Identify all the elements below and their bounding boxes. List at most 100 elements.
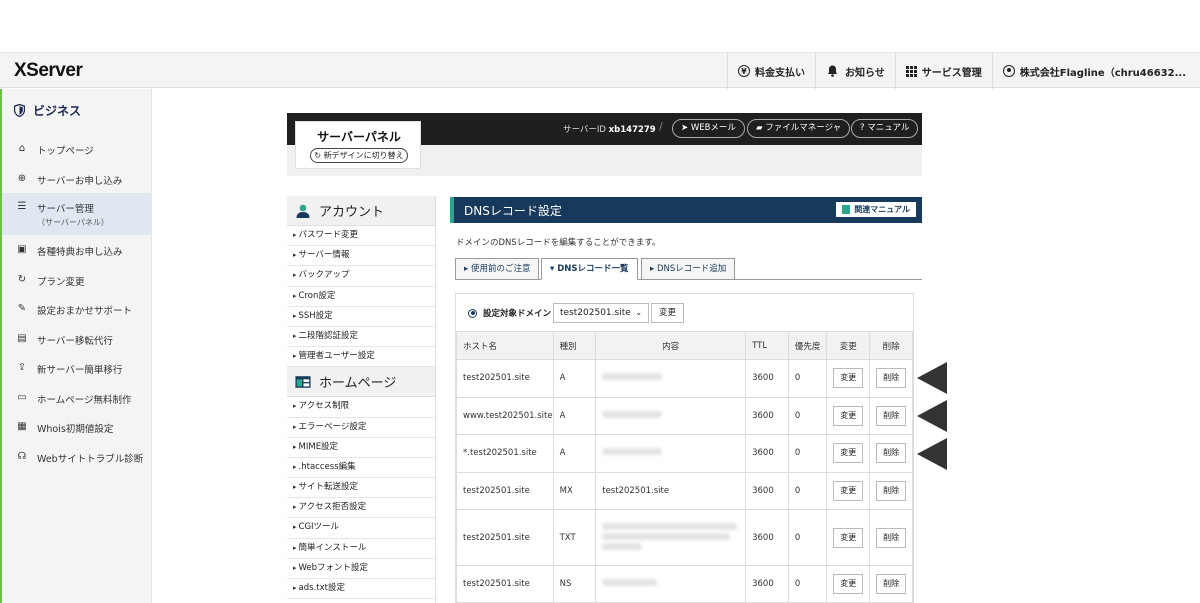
delete-button[interactable]: 削除 (876, 405, 907, 426)
menu-admin-user[interactable]: 管理者ユーザー設定 (287, 347, 435, 368)
document-icon: ▦ (17, 421, 27, 432)
menu-server-info[interactable]: サーバー情報 (287, 246, 435, 267)
tab-precautions[interactable]: ▸ 使用前のご注意 (455, 258, 540, 280)
domain-change-button[interactable]: 変更 (651, 303, 685, 323)
sidebar-item-server-manage[interactable]: ☰ サーバー管理 （サーバーパネル） (0, 193, 152, 235)
sidebar-menu: ⌂ トップページ ⊕ サーバーお申し込み ☰ サーバー管理 （サーバーパネル） ▣ 各種特… (0, 134, 152, 471)
blurred-value (602, 579, 658, 587)
content-cell (595, 396, 747, 435)
server-icon: ☰ (17, 201, 27, 212)
dns-tabs: ▸ 使用前のご注意 ▾ DNSレコード一覧 ▸ DNSレコード追加 (455, 258, 922, 280)
col-content: 内容 (595, 331, 747, 360)
yen-icon: ¥ (737, 65, 750, 77)
blurred-value (602, 532, 731, 540)
col-delete: 削除 (869, 331, 913, 360)
delete-button[interactable]: 削除 (876, 527, 907, 548)
homepage-section-header: ホームページ (287, 367, 435, 398)
col-ttl: TTL (745, 331, 789, 360)
home-icon: ⌂ (18, 143, 26, 154)
sidebar-item-whois[interactable]: ▦ Whois初期値設定 (0, 412, 152, 442)
delete-button[interactable]: 削除 (876, 574, 907, 595)
window-icon (295, 376, 311, 388)
menu-easy-install[interactable]: 簡単インストール (287, 539, 435, 559)
table-row: *.test202501.site A 3600 0 変更 削除 (456, 434, 913, 473)
menu-backup[interactable]: バックアップ (287, 266, 435, 287)
table-row: test202501.site NS 3600 0 変更 削除 (456, 565, 913, 603)
sidebar-item-trouble-diagnosis[interactable]: ☊ Webサイトトラブル診断 (0, 442, 152, 472)
sidebar-item-setup-support[interactable]: ✎ 設定おまかせサポート (0, 294, 152, 324)
menu-web-font[interactable]: Webフォント設定 (287, 559, 435, 579)
menu-access-restriction[interactable]: アクセス制限 (287, 397, 435, 418)
xserver-logo[interactable]: XServer (14, 60, 83, 82)
menu-mime[interactable]: MIME設定 (287, 438, 435, 458)
table-row: www.test202501.site A 3600 0 変更 削除 (456, 396, 913, 435)
edit-button[interactable]: 変更 (833, 480, 864, 501)
shield-icon (14, 104, 25, 117)
refresh-icon: ↻ (17, 273, 27, 285)
webmail-button[interactable]: ➤ WEBメール (672, 119, 745, 138)
grid-icon (905, 65, 917, 77)
content-cell (595, 359, 747, 398)
truck-icon: ▤ (17, 332, 27, 344)
menu-site-redirect[interactable]: サイト転送設定 (287, 478, 435, 499)
server-id: サーバーID xb147279 (563, 125, 656, 135)
menu-ssh[interactable]: SSH設定 (287, 307, 435, 327)
menu-ads-txt[interactable]: ads.txt設定 (287, 579, 435, 600)
related-manual-button[interactable]: 関連マニュアル (836, 202, 916, 217)
folder-icon: ▰ (756, 123, 763, 133)
sidebar-item-server-apply[interactable]: ⊕ サーバーお申し込み (0, 164, 152, 194)
sidebar-item-migration[interactable]: ▤ サーバー移転代行 (0, 324, 152, 354)
domain-select[interactable]: test202501.site ⌄ (553, 303, 650, 323)
payment-link[interactable]: ¥ 料金支払い (726, 53, 815, 89)
upload-icon: ⇪ (17, 362, 27, 373)
tab-dns-list[interactable]: ▾ DNSレコード一覧 (541, 258, 638, 280)
content-cell (595, 565, 747, 603)
content-cell (595, 509, 747, 566)
menu-cgi-tools[interactable]: CGIツール (287, 518, 435, 539)
edit-button[interactable]: 変更 (833, 405, 864, 426)
file-manager-button[interactable]: ▰ ファイルマネージャ (747, 119, 851, 138)
menu-htaccess[interactable]: .htaccess編集 (287, 458, 435, 479)
service-manage-link[interactable]: サービス管理 (894, 53, 992, 89)
menu-cron[interactable]: Cron設定 (287, 287, 435, 307)
menu-two-factor[interactable]: 二段階認証設定 (287, 327, 435, 348)
sidebar-item-homepage-creation[interactable]: ▭ ホームページ無料制作 (0, 383, 152, 413)
content-cell (595, 434, 747, 473)
table-row: test202501.site MX test202501.site 3600 … (456, 471, 913, 510)
sidebar-item-benefits[interactable]: ▣ 各種特典お申し込み (0, 235, 152, 265)
dns-description: ドメインのDNSレコードを編集することができます。 (456, 238, 661, 248)
domain-radio[interactable] (468, 308, 477, 318)
person-icon (296, 204, 310, 218)
sidebar-item-new-server-migration[interactable]: ⇪ 新サーバー簡単移行 (0, 353, 152, 383)
menu-access-deny[interactable]: アクセス拒否設定 (287, 498, 435, 519)
panel-title: サーバーパネル (317, 130, 401, 144)
edit-button[interactable]: 変更 (833, 368, 864, 389)
delete-button[interactable]: 削除 (876, 443, 907, 464)
plus-circle-icon: ⊕ (17, 172, 27, 184)
blurred-value (602, 410, 663, 418)
header-separator: / (659, 120, 663, 133)
blurred-value (602, 448, 663, 456)
edit-button[interactable]: 変更 (833, 574, 864, 595)
sidebar-title: ビジネス (14, 102, 81, 119)
delete-button[interactable]: 削除 (876, 368, 907, 389)
col-type: 種別 (552, 331, 597, 360)
send-icon: ➤ (681, 123, 689, 133)
edit-button[interactable]: 変更 (833, 527, 864, 548)
menu-password-change[interactable]: パスワード変更 (287, 226, 435, 247)
account-menu[interactable]: 株式会社Flagline（chru46632... (991, 53, 1200, 89)
book-icon (842, 205, 851, 214)
wrench-icon: ✎ (17, 303, 27, 314)
news-link[interactable]: お知らせ (814, 53, 895, 89)
stethoscope-icon: ☊ (17, 450, 27, 462)
new-design-switch-button[interactable]: ↻ 新デザインに切り替え (310, 148, 408, 163)
blurred-value (602, 522, 738, 530)
tab-dns-add[interactable]: ▸ DNSレコード追加 (641, 258, 736, 280)
sidebar: ビジネス ⌂ トップページ ⊕ サーバーお申し込み ☰ サーバー管理 （サーバーパネル）… (0, 89, 152, 603)
menu-error-page[interactable]: エラーページ設定 (287, 418, 435, 438)
manual-button[interactable]: ? マニュアル (851, 119, 919, 138)
sidebar-item-top[interactable]: ⌂ トップページ (0, 134, 152, 164)
sidebar-item-plan-change[interactable]: ↻ プラン変更 (0, 265, 152, 295)
delete-button[interactable]: 削除 (876, 480, 907, 501)
edit-button[interactable]: 変更 (833, 443, 864, 464)
